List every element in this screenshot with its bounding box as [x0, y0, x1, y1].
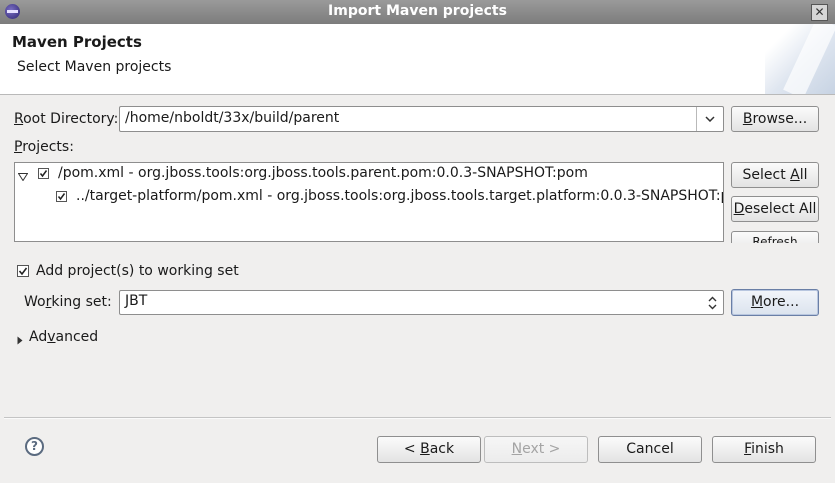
tree-item[interactable]: /pom.xml - org.jboss.tools:org.jboss.too… [58, 165, 588, 181]
advanced-section-label[interactable]: Advanced [29, 329, 98, 345]
refresh-button-clip: Refresh [731, 231, 819, 243]
wizard-banner: Maven Projects Select Maven projects [0, 24, 835, 95]
add-to-working-set-checkbox[interactable] [17, 265, 29, 277]
projects-label: Projects: [14, 139, 74, 155]
cancel-button[interactable]: Cancel [598, 436, 702, 463]
expand-triangle-icon[interactable] [17, 169, 29, 185]
next-button[interactable]: Next > [484, 436, 588, 463]
page-title: Maven Projects [12, 33, 142, 51]
select-all-button[interactable]: Select All [731, 162, 819, 188]
more-button[interactable]: More... [731, 289, 819, 316]
browse-button[interactable]: Browse... [731, 106, 819, 132]
project-checkbox[interactable] [56, 191, 67, 202]
title-bar: Import Maven projects ✕ [0, 0, 835, 25]
root-directory-combo[interactable]: /home/nboldt/33x/build/parent [119, 106, 724, 132]
root-directory-label: Root Directory: [14, 111, 119, 127]
root-directory-value: /home/nboldt/33x/build/parent [125, 110, 340, 126]
separator [4, 417, 831, 419]
working-set-value: JBT [125, 293, 148, 309]
project-checkbox[interactable] [38, 168, 49, 179]
banner-image [765, 24, 835, 94]
close-icon[interactable]: ✕ [811, 4, 828, 21]
projects-tree[interactable]: /pom.xml - org.jboss.tools:org.jboss.too… [14, 162, 724, 242]
working-set-label: Working set: [24, 294, 112, 310]
page-description: Select Maven projects [17, 59, 172, 75]
expand-arrow-icon[interactable] [17, 333, 23, 349]
finish-button[interactable]: Finish [712, 436, 816, 463]
window-title: Import Maven projects [328, 3, 507, 19]
chevron-down-icon[interactable] [696, 107, 723, 131]
back-button[interactable]: < Back [377, 436, 481, 463]
help-icon[interactable]: ? [25, 437, 44, 456]
deselect-all-button[interactable]: Deselect All [731, 196, 819, 222]
refresh-button[interactable]: Refresh [731, 231, 819, 243]
add-to-working-set-label[interactable]: Add project(s) to working set [36, 263, 239, 279]
updown-arrows-icon[interactable] [701, 291, 723, 314]
tree-item[interactable]: ../target-platform/pom.xml - org.jboss.t… [76, 188, 723, 204]
working-set-combo[interactable]: JBT [119, 290, 724, 315]
